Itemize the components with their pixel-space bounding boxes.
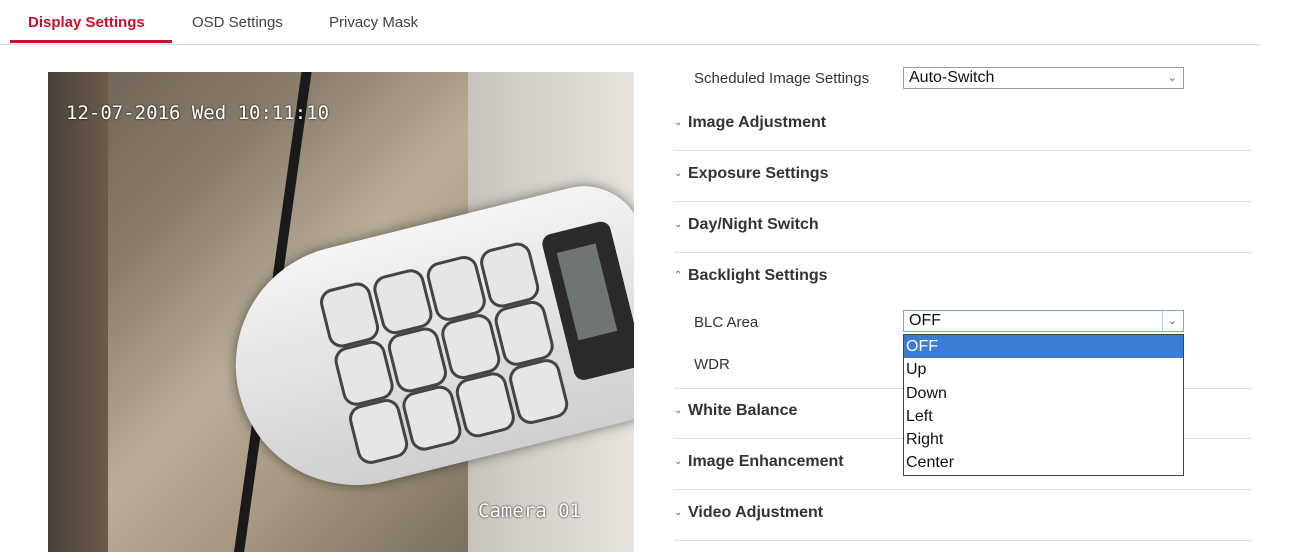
divider (674, 489, 1252, 490)
tab-privacy-mask[interactable]: Privacy Mask (329, 14, 418, 31)
section-backlight-settings[interactable]: ⌃ Backlight Settings (674, 267, 1252, 285)
scheduled-image-settings-label: Scheduled Image Settings (694, 70, 870, 87)
chevron-down-icon: ⌄ (1167, 315, 1177, 327)
section-label: Image Enhancement (688, 453, 844, 470)
scheduled-image-settings-value: Auto-Switch (909, 69, 995, 86)
section-label: White Balance (688, 402, 798, 419)
tab-display-settings[interactable]: Display Settings (28, 14, 145, 31)
active-tab-indicator (10, 40, 172, 43)
blc-area-value: OFF (909, 312, 941, 329)
chevron-down-icon: ⌄ (674, 456, 683, 467)
blc-area-label: BLC Area (694, 314, 759, 331)
live-video-preview[interactable]: 12-07-2016 Wed 10:11:10 Camera 01 (48, 72, 634, 552)
chevron-down-icon: ⌄ (674, 507, 683, 518)
wdr-label: WDR (694, 356, 730, 373)
divider (674, 540, 1252, 541)
section-exposure-settings[interactable]: ⌄ Exposure Settings (674, 165, 1252, 183)
section-video-adjustment[interactable]: ⌄ Video Adjustment (674, 504, 1252, 522)
osd-camera-name: Camera 01 (478, 500, 581, 522)
divider (674, 150, 1252, 151)
scheduled-image-settings-select[interactable]: Auto-Switch ⌄ (903, 67, 1184, 89)
chevron-down-icon: ⌄ (1167, 72, 1177, 84)
section-label: Video Adjustment (688, 504, 824, 521)
chevron-down-icon: ⌄ (674, 117, 683, 128)
blc-area-select[interactable]: OFF ⌄ (903, 310, 1184, 332)
chevron-down-icon: ⌄ (674, 405, 683, 416)
divider (674, 201, 1252, 202)
chevron-down-icon: ⌄ (674, 168, 683, 179)
section-label: Image Adjustment (688, 114, 827, 131)
option-left[interactable]: Left (904, 405, 1183, 428)
tab-bar: Display Settings OSD Settings Privacy Ma… (0, 0, 1260, 45)
chevron-up-icon: ⌃ (674, 270, 683, 281)
blc-area-dropdown-list: OFF Up Down Left Right Center (903, 334, 1184, 476)
video-scene-desk (48, 72, 108, 552)
option-center[interactable]: Center (904, 451, 1183, 474)
section-label: Backlight Settings (688, 267, 828, 284)
section-image-adjustment[interactable]: ⌄ Image Adjustment (674, 114, 1252, 132)
tab-osd-settings[interactable]: OSD Settings (192, 14, 283, 31)
divider (674, 252, 1252, 253)
option-off[interactable]: OFF (904, 335, 1183, 359)
option-down[interactable]: Down (904, 382, 1183, 405)
option-right[interactable]: Right (904, 428, 1183, 451)
chevron-down-icon: ⌄ (674, 219, 683, 230)
option-up[interactable]: Up (904, 358, 1183, 381)
section-day-night-switch[interactable]: ⌄ Day/Night Switch (674, 216, 1252, 234)
section-label: Day/Night Switch (688, 216, 819, 233)
osd-datetime: 12-07-2016 Wed 10:11:10 (66, 102, 330, 124)
section-label: Exposure Settings (688, 165, 829, 182)
